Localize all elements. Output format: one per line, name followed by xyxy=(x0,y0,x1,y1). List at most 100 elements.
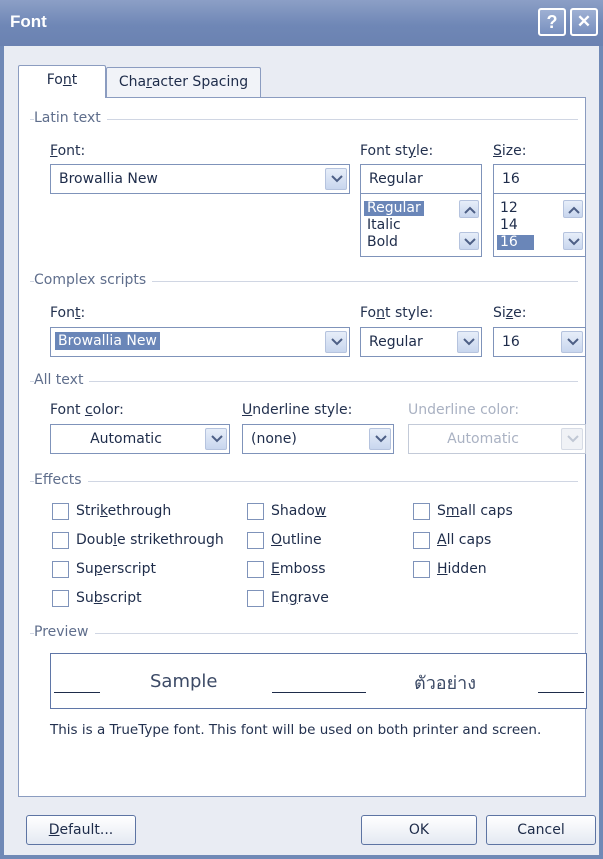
list-item[interactable]: Regular xyxy=(364,201,424,216)
latin-font-label: Font: xyxy=(50,143,86,159)
underline-style-value: (none) xyxy=(251,431,297,447)
subscript-label[interactable]: Subscript xyxy=(76,590,142,606)
preview-group-title: Preview xyxy=(34,624,95,640)
default-button[interactable]: Default... xyxy=(26,815,136,845)
engrave-label[interactable]: Engrave xyxy=(271,590,329,606)
superscript-checkbox[interactable] xyxy=(52,561,69,578)
close-button[interactable]: ✕ xyxy=(570,8,598,36)
underline-color-value: Automatic xyxy=(447,431,519,447)
preview-box: Sample ตัวอย่าง xyxy=(50,653,587,709)
chevron-down-icon[interactable] xyxy=(325,331,347,353)
scroll-down-icon[interactable] xyxy=(459,232,479,250)
double-strikethrough-label[interactable]: Double strikethrough xyxy=(76,532,224,548)
complex-style-label: Font style: xyxy=(360,305,434,321)
latin-size-list[interactable]: 12 14 16 xyxy=(493,193,586,257)
tab-character-spacing-label: Character Spacing xyxy=(118,74,249,90)
chevron-down-icon xyxy=(561,428,583,450)
list-item[interactable]: Bold xyxy=(364,235,401,250)
window-title: Font xyxy=(10,12,47,31)
underline-color-label: Underline color: xyxy=(408,402,520,418)
strikethrough-label[interactable]: Strikethrough xyxy=(76,503,171,519)
preview-baseline xyxy=(272,692,366,693)
tab-font[interactable]: Font xyxy=(18,65,106,98)
hidden-checkbox[interactable] xyxy=(413,561,430,578)
preview-complex-sample: ตัวอย่าง xyxy=(414,673,477,694)
preview-group-line xyxy=(30,633,578,634)
chevron-down-icon[interactable] xyxy=(325,168,347,190)
latin-style-input[interactable]: Regular xyxy=(360,164,482,194)
chevron-down-icon[interactable] xyxy=(457,331,479,353)
scroll-down-icon[interactable] xyxy=(563,232,583,250)
complex-size-label: Size: xyxy=(493,305,527,321)
preview-note: This is a TrueType font. This font will … xyxy=(50,722,542,738)
alltext-group-title: All text xyxy=(34,372,90,388)
window-border-right xyxy=(599,46,603,859)
emboss-label[interactable]: Emboss xyxy=(271,561,326,577)
double-strikethrough-checkbox[interactable] xyxy=(52,532,69,549)
list-item[interactable]: 14 xyxy=(497,218,521,233)
superscript-label[interactable]: Superscript xyxy=(76,561,156,577)
latin-size-label: Size: xyxy=(493,143,527,159)
tab-font-label: Font xyxy=(46,72,78,88)
small-caps-label[interactable]: Small caps xyxy=(437,503,513,519)
chevron-down-icon[interactable] xyxy=(205,428,227,450)
small-caps-checkbox[interactable] xyxy=(413,503,430,520)
complex-style-value: Regular xyxy=(369,334,423,350)
ok-button[interactable]: OK xyxy=(361,815,477,845)
complex-size-value: 16 xyxy=(502,334,520,350)
alltext-group-line xyxy=(30,381,578,382)
preview-latin-sample: Sample xyxy=(150,671,218,692)
complex-size-combo[interactable]: 16 xyxy=(493,327,586,357)
latin-size-value: 16 xyxy=(502,171,520,187)
all-caps-label[interactable]: All caps xyxy=(437,532,491,548)
complex-group-title: Complex scripts xyxy=(34,272,153,288)
cancel-button[interactable]: Cancel xyxy=(486,815,596,845)
font-color-combo[interactable]: Automatic xyxy=(50,424,230,454)
list-item[interactable]: 16 xyxy=(497,235,534,250)
scroll-up-icon[interactable] xyxy=(563,200,583,218)
latin-font-value: Browallia New xyxy=(59,171,158,187)
help-button[interactable]: ? xyxy=(538,8,566,36)
tab-character-spacing[interactable]: Character Spacing xyxy=(106,67,261,97)
underline-color-combo: Automatic xyxy=(408,424,586,454)
engrave-checkbox[interactable] xyxy=(247,590,264,607)
complex-style-combo[interactable]: Regular xyxy=(360,327,482,357)
font-color-label: Font color: xyxy=(50,402,124,418)
complex-font-value: Browallia New xyxy=(55,332,160,350)
effects-group-title: Effects xyxy=(34,472,88,488)
shadow-checkbox[interactable] xyxy=(247,503,264,520)
shadow-label[interactable]: Shadow xyxy=(271,503,326,519)
complex-font-combo[interactable]: Browallia New xyxy=(50,327,350,357)
latin-group-line xyxy=(30,119,578,120)
latin-style-value: Regular xyxy=(369,171,423,187)
outline-label[interactable]: Outline xyxy=(271,532,322,548)
chevron-down-icon[interactable] xyxy=(561,331,583,353)
list-item[interactable]: 12 xyxy=(497,201,521,216)
hidden-label[interactable]: Hidden xyxy=(437,561,487,577)
window-border-left xyxy=(0,46,4,859)
window-border-bottom xyxy=(0,855,603,859)
preview-baseline xyxy=(54,692,100,693)
preview-baseline xyxy=(538,692,584,693)
effects-group-line xyxy=(30,481,578,482)
list-item[interactable]: Italic xyxy=(364,218,404,233)
subscript-checkbox[interactable] xyxy=(52,590,69,607)
latin-style-list[interactable]: Regular Italic Bold xyxy=(360,193,482,257)
latin-font-combo[interactable]: Browallia New xyxy=(50,164,350,194)
scroll-up-icon[interactable] xyxy=(459,200,479,218)
underline-style-label: Underline style: xyxy=(242,402,353,418)
emboss-checkbox[interactable] xyxy=(247,561,264,578)
latin-size-input[interactable]: 16 xyxy=(493,164,586,194)
chevron-down-icon[interactable] xyxy=(369,428,391,450)
underline-style-combo[interactable]: (none) xyxy=(242,424,394,454)
font-dialog: Font ? ✕ Font Character Spacing Latin te… xyxy=(0,0,603,859)
latin-style-label: Font style: xyxy=(360,143,434,159)
complex-font-label: Font: xyxy=(50,305,86,321)
title-bar[interactable]: Font ? ✕ xyxy=(0,0,603,46)
default-button-label: Default... xyxy=(48,822,114,838)
latin-group-title: Latin text xyxy=(34,110,107,126)
outline-checkbox[interactable] xyxy=(247,532,264,549)
strikethrough-checkbox[interactable] xyxy=(52,503,69,520)
all-caps-checkbox[interactable] xyxy=(413,532,430,549)
font-color-value: Automatic xyxy=(90,431,162,447)
